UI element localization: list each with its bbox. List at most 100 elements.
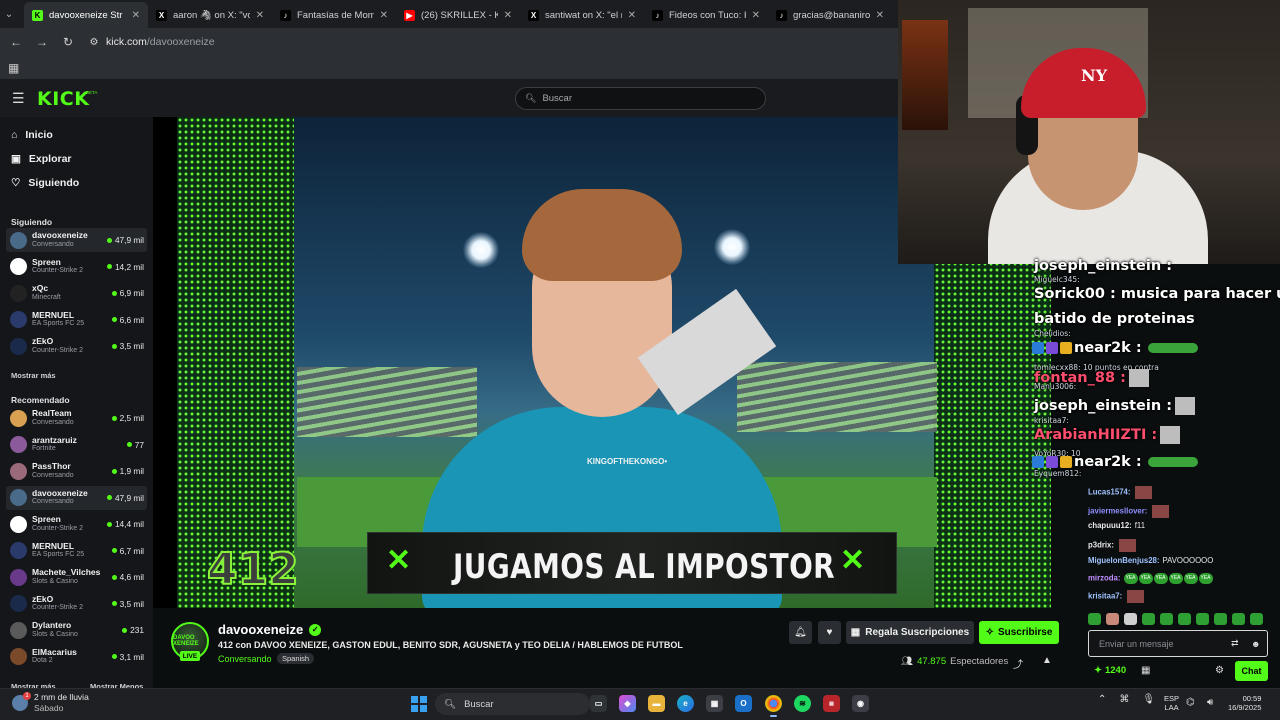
chat-username[interactable]: mirzoda: <box>1088 574 1121 583</box>
sidebar-channel[interactable]: Dylantero Slots & Casino 231 <box>6 618 147 642</box>
network-icon[interactable]: ⌬ <box>1186 697 1195 708</box>
weather-widget[interactable]: 1 2 mm de lluvia Sábado <box>12 691 89 713</box>
nav-following[interactable]: ♡ Siguiendo <box>11 177 79 189</box>
kick-logo[interactable]: KICK <box>37 88 89 110</box>
send-chat-button[interactable]: Chat <box>1235 661 1268 681</box>
bluetooth-icon[interactable]: ⌘ <box>1119 694 1129 705</box>
browser-tab[interactable]: Xsantiwat on X: "el mo ✕ <box>520 2 644 28</box>
hamburger-menu-icon[interactable]: ☰ <box>12 90 25 107</box>
chat-username[interactable]: javiermesllover: <box>1088 507 1147 516</box>
chat-username[interactable]: p3drix: <box>1088 541 1114 550</box>
emote-icon[interactable] <box>1088 613 1101 625</box>
follow-button[interactable]: ♥ <box>818 621 841 644</box>
chat-message-input[interactable]: Enviar un mensaje ⇄ ☻ <box>1088 630 1268 657</box>
notifications-button[interactable]: 🔔︎ <box>789 621 812 644</box>
emote-icon[interactable] <box>1160 613 1173 625</box>
clock[interactable]: 00:59 16/9/2025 <box>1228 694 1261 713</box>
back-icon[interactable]: ← <box>10 35 22 49</box>
sidebar-channel[interactable]: Spreen Counter-Strike 2 14,4 mil <box>6 512 147 536</box>
sidebar-channel[interactable]: MERNUEL EA Sports FC 25 6,7 mil <box>6 539 147 563</box>
store-icon[interactable]: ▦ <box>706 695 723 712</box>
gift-subs-button[interactable]: ▦ Regala Suscripciones <box>846 621 974 644</box>
chat-gift-icon[interactable]: ▦ <box>1141 665 1150 676</box>
close-tab-icon[interactable]: ✕ <box>504 10 512 21</box>
chat-message[interactable]: chapuuu12: f11 <box>1088 521 1145 530</box>
show-more-following[interactable]: Mostrar más <box>11 371 56 380</box>
sidebar-channel[interactable]: Machete_Vilches Slots & Casino 4,6 mil <box>6 565 147 589</box>
emote-bar[interactable] <box>1088 612 1270 626</box>
report-icon[interactable]: ▲ <box>1042 655 1052 666</box>
search-input[interactable]: 🔍︎ Buscar <box>515 87 766 110</box>
spotify-icon[interactable]: ≋ <box>794 695 811 712</box>
sidebar-channel[interactable]: davooxeneize Conversando 47,9 mil <box>6 228 147 252</box>
task-view-icon[interactable]: ▭ <box>590 695 607 712</box>
emoji-icon[interactable]: ☻ <box>1251 639 1260 649</box>
sidebar-channel[interactable]: davooxeneize Conversando 47,9 mil <box>6 485 147 510</box>
keyboard-language[interactable]: ESP LAA <box>1164 694 1179 712</box>
channel-points[interactable]: ✦ 1240 <box>1094 665 1126 676</box>
text-format-icon[interactable]: ⇄ <box>1231 638 1239 649</box>
sidebar-channel[interactable]: ElMacarius Dota 2 3,1 mil <box>6 645 147 669</box>
site-info-icon[interactable]: ⚙ <box>88 37 100 48</box>
app-icon[interactable]: ▤ <box>823 695 840 712</box>
close-tab-icon[interactable]: ✕ <box>256 10 264 21</box>
chat-message[interactable]: MiguelonBenjus28: PAVOOOOOO <box>1088 556 1213 565</box>
url-field[interactable]: ⚙ kick.com/davooxeneize <box>88 36 215 48</box>
apps-grid-icon[interactable]: ▦ <box>8 61 19 75</box>
subscribe-button[interactable]: ✧ Suscribirse <box>979 621 1059 644</box>
browser-tab[interactable]: ♪ Fideos con Tuco: Hu ✕ <box>644 2 768 28</box>
sidebar-channel[interactable]: PassThor Conversando 1,9 mil <box>6 459 147 483</box>
emote-icon[interactable] <box>1196 613 1209 625</box>
sidebar-channel[interactable]: zEkO Counter-Strike 2 3,5 mil <box>6 592 147 616</box>
reload-icon[interactable]: ↻ <box>62 35 74 49</box>
chat-username[interactable]: chapuuu12: <box>1088 521 1132 530</box>
close-tab-icon[interactable]: ✕ <box>876 10 884 21</box>
browser-tab[interactable]: ♪ Fantasías de Momo (✕ <box>272 2 396 28</box>
emote-icon[interactable] <box>1178 613 1191 625</box>
microphone-icon[interactable]: 🎙︎ <box>1142 694 1155 705</box>
browser-tab[interactable]: ♪ gracias@bananirou (✕ <box>768 2 892 28</box>
sidebar-channel[interactable]: zEkO Counter-Strike 2 3,5 mil <box>6 334 147 358</box>
share-icon[interactable]: ⤴ <box>1013 656 1023 671</box>
tab-search-icon[interactable]: ⌄ <box>0 0 18 28</box>
chat-username[interactable]: MiguelonBenjus28: <box>1088 556 1159 565</box>
close-tab-icon[interactable]: ✕ <box>628 10 636 21</box>
edge-icon[interactable]: e <box>677 695 694 712</box>
stream-category[interactable]: Conversando <box>218 654 272 664</box>
sidebar-channel[interactable]: RealTeam Conversando 2,5 mil <box>6 406 147 430</box>
browser-tab[interactable]: Kdavooxeneize Str ✕ <box>24 2 148 28</box>
chat-message[interactable]: mirzoda: YEA YEA YEA YEA YEA YEA <box>1088 573 1214 584</box>
emote-icon[interactable] <box>1214 613 1227 625</box>
chat-message[interactable]: krisitaa7: <box>1088 590 1145 603</box>
sidebar-channel[interactable]: Spreen Counter-Strike 2 14,2 mil <box>6 255 147 279</box>
chat-message[interactable]: Lucas1574: <box>1088 486 1153 499</box>
chrome-icon[interactable] <box>765 695 782 717</box>
close-tab-icon[interactable]: ✕ <box>380 10 388 21</box>
outlook-icon[interactable]: O <box>735 695 752 712</box>
sidebar-channel[interactable]: arantzaruiz Fortnite 77 <box>6 433 147 457</box>
emote-icon[interactable] <box>1106 613 1119 625</box>
close-tab-icon[interactable]: ✕ <box>132 10 140 21</box>
volume-icon[interactable]: 🔊︎ <box>1207 697 1213 708</box>
browser-tab[interactable]: Xaaron 🦓 on X: "voy ✕ <box>148 2 272 28</box>
emote-icon[interactable] <box>1124 613 1137 625</box>
emote-icon[interactable] <box>1232 613 1245 625</box>
copilot-icon[interactable]: ◆ <box>619 695 636 712</box>
streamer-name[interactable]: davooxeneize ✓ <box>218 622 322 637</box>
file-explorer-icon[interactable]: ▬ <box>648 695 665 712</box>
browser-tab[interactable]: ▶ (26) SKRILLEX - KYOT ✕ <box>396 2 520 28</box>
emote-icon[interactable] <box>1250 613 1263 625</box>
sidebar-channel[interactable]: xQc Minecraft 6,9 mil <box>6 281 147 305</box>
obs-icon[interactable]: ◉ <box>852 695 869 712</box>
taskbar-search[interactable]: 🔍︎ Buscar <box>435 693 590 715</box>
forward-icon[interactable]: → <box>36 35 48 49</box>
nav-home[interactable]: ⌂ Inicio <box>11 129 53 141</box>
chat-message[interactable]: p3drix: <box>1088 539 1136 552</box>
close-tab-icon[interactable]: ✕ <box>752 10 760 21</box>
chevron-up-icon[interactable]: ⌃ <box>1098 694 1106 705</box>
chat-username[interactable]: Lucas1574: <box>1088 488 1130 497</box>
chat-settings-icon[interactable]: ⚙ <box>1215 665 1224 676</box>
chat-message[interactable]: javiermesllover: <box>1088 505 1170 518</box>
language-tag[interactable]: Spanish <box>277 653 315 664</box>
emote-icon[interactable] <box>1142 613 1155 625</box>
